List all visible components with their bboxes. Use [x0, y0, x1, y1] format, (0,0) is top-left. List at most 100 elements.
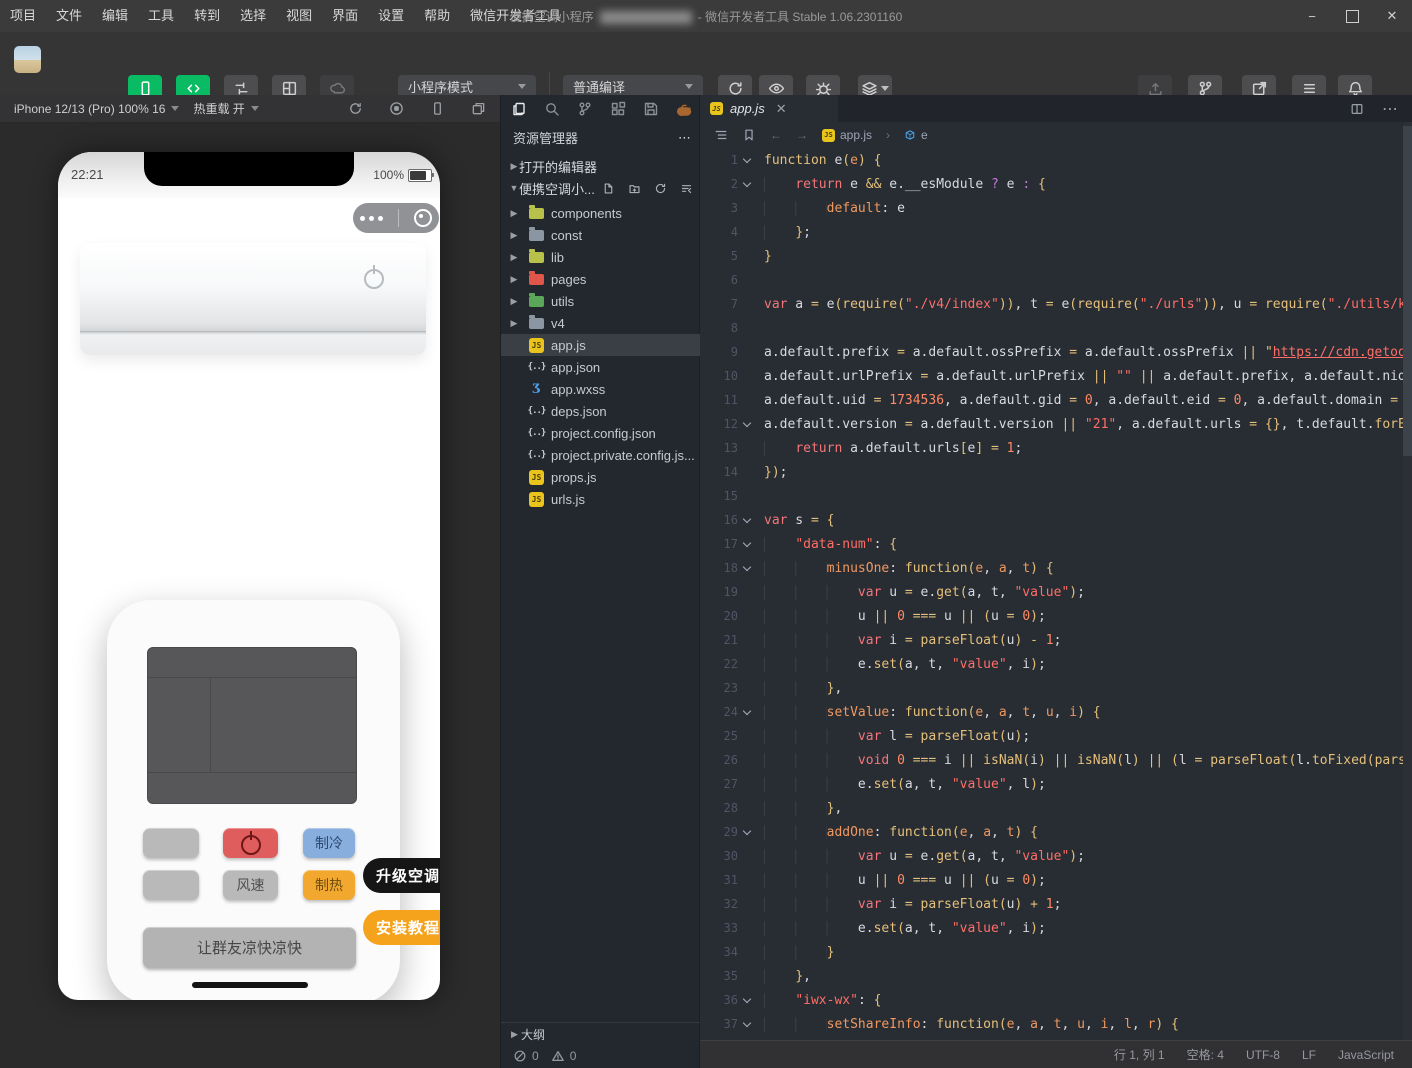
remote-button-制热[interactable]: 制热	[303, 870, 355, 900]
exit-icon[interactable]	[414, 209, 432, 227]
pill-升级空调[interactable]: 升级空调	[363, 858, 440, 893]
branch-icon[interactable]	[577, 101, 593, 117]
phone-notch	[144, 152, 354, 186]
tree-folder-pages[interactable]: ▶pages	[501, 268, 701, 290]
outline-section[interactable]: ▶ 大纲	[501, 1022, 701, 1045]
code-line-19: 19 var u = e.get(a, t, "value");	[700, 580, 1404, 604]
code-line-31: 31 u || 0 === u || (u = 0);	[700, 868, 1404, 892]
search-icon[interactable]	[544, 101, 560, 117]
avatar[interactable]	[14, 46, 41, 73]
warnings-count: 0	[551, 1049, 577, 1063]
phone-icon[interactable]	[430, 101, 445, 116]
remote-button-风速[interactable]: 风速	[223, 870, 278, 900]
phone-mockup: 22:21 100% 制冷风速制热 让群友凉快凉快 升级空调安装教程	[58, 152, 440, 1000]
split-editor-icon[interactable]	[1350, 102, 1364, 116]
tree-folder-v4[interactable]: ▶v4	[501, 312, 701, 334]
code-line-25: 25 var l = parseFloat(u);	[700, 724, 1404, 748]
error-icon	[513, 1049, 527, 1063]
code-line-15: 15	[700, 484, 1404, 508]
tree-folder-lib[interactable]: ▶lib	[501, 246, 701, 268]
files-icon[interactable]	[511, 101, 527, 117]
grid-icon[interactable]	[610, 101, 626, 117]
status-segment[interactable]: LF	[1302, 1048, 1316, 1062]
menu-item-微信开发者工具[interactable]: 微信开发者工具	[460, 0, 571, 32]
share-button[interactable]: 让群友凉快凉快	[143, 927, 356, 968]
tree-file-project.private.config.js...[interactable]: {..}project.private.config.js...	[501, 444, 701, 466]
tree-folder-components[interactable]: ▶components	[501, 202, 701, 224]
tree-folder-utils[interactable]: ▶utils	[501, 290, 701, 312]
windows-icon[interactable]	[471, 101, 486, 116]
menu-item-选择[interactable]: 选择	[230, 0, 276, 32]
newfile-icon[interactable]	[602, 182, 615, 195]
collapse-icon[interactable]	[680, 182, 693, 195]
menu-item-视图[interactable]: 视图	[276, 0, 322, 32]
tree-file-deps.json[interactable]: {..}deps.json	[501, 400, 701, 422]
air-conditioner-image	[80, 243, 426, 355]
tree-file-app.js[interactable]: JSapp.js	[501, 334, 701, 356]
nav-back-icon[interactable]: ←	[770, 128, 782, 142]
problems-indicator[interactable]: 0 0	[501, 1044, 713, 1068]
scrollbar[interactable]	[1403, 122, 1412, 1040]
folder-icon	[529, 274, 544, 285]
section-project[interactable]: ▼便携空调小...	[501, 177, 701, 199]
section-open-editors[interactable]: ▶打开的编辑器	[501, 155, 701, 177]
menu-item-界面[interactable]: 界面	[322, 0, 368, 32]
scrollbar-thumb[interactable]	[1403, 126, 1412, 456]
status-segment[interactable]: 行 1, 列 1	[1114, 1046, 1165, 1063]
js-file-icon: JS	[710, 102, 723, 115]
code-area[interactable]: 1function e(e) {2 return e && e.__esModu…	[700, 148, 1404, 1040]
close-button[interactable]: ✕	[1372, 0, 1412, 32]
remote-button-blank[interactable]	[143, 870, 199, 900]
menu-item-设置[interactable]: 设置	[368, 0, 414, 32]
teapot-icon[interactable]	[676, 101, 692, 117]
minimize-button[interactable]: −	[1292, 0, 1332, 32]
code-line-28: 28 },	[700, 796, 1404, 820]
more-icon[interactable]	[360, 216, 383, 221]
menu-item-帮助[interactable]: 帮助	[414, 0, 460, 32]
close-tab-icon[interactable]: ✕	[776, 101, 787, 117]
refresh-icon[interactable]	[348, 101, 363, 116]
menu-item-转到[interactable]: 转到	[184, 0, 230, 32]
power-icon	[241, 835, 261, 855]
code-line-32: 32 var i = parseFloat(u) + 1;	[700, 892, 1404, 916]
outline-icon[interactable]	[714, 128, 728, 142]
code-line-12: 12a.default.version = a.default.version …	[700, 412, 1404, 436]
remote-button-power[interactable]	[223, 828, 278, 858]
hot-reload-toggle[interactable]: 热重载 开	[193, 100, 258, 117]
status-segment[interactable]: JavaScript	[1338, 1048, 1394, 1062]
menu-item-文件[interactable]: 文件	[46, 0, 92, 32]
bookmark-icon[interactable]	[742, 128, 756, 142]
tree-folder-const[interactable]: ▶const	[501, 224, 701, 246]
refresh-icon[interactable]	[654, 182, 667, 195]
code-editor[interactable]: JS app.js ✕ ⋯ ← → JS app.js › e 1f	[700, 95, 1412, 1040]
tree-file-props.js[interactable]: JSprops.js	[501, 466, 701, 488]
tab-appjs[interactable]: JS app.js ✕	[700, 95, 838, 122]
tree-file-urls.js[interactable]: JSurls.js	[501, 488, 701, 510]
miniprogram-capsule[interactable]	[353, 203, 439, 233]
remote-button-制冷[interactable]: 制冷	[303, 828, 355, 858]
breadcrumb-file[interactable]: JS app.js	[822, 128, 872, 142]
status-segment[interactable]: 空格: 4	[1187, 1046, 1224, 1063]
editor-status-bar: 行 1, 列 1 空格: 4 UTF-8 LF JavaScript	[700, 1040, 1412, 1068]
js-file-icon: JS	[529, 338, 544, 353]
maximize-button[interactable]	[1332, 0, 1372, 32]
more-icon[interactable]: ⋯	[678, 130, 691, 146]
stop-icon[interactable]	[389, 101, 404, 116]
menu-item-项目[interactable]: 项目	[0, 0, 46, 32]
menu-item-编辑[interactable]: 编辑	[92, 0, 138, 32]
menu-item-工具[interactable]: 工具	[138, 0, 184, 32]
tree-file-project.config.json[interactable]: {..}project.config.json	[501, 422, 701, 444]
explorer-header: 资源管理器 ⋯	[513, 128, 691, 147]
newfolder-icon[interactable]	[628, 182, 641, 195]
tree-file-app.wxss[interactable]: Ʒapp.wxss	[501, 378, 701, 400]
save-icon[interactable]	[643, 101, 659, 117]
pill-安装教程[interactable]: 安装教程	[363, 910, 440, 945]
more-icon[interactable]: ⋯	[1382, 99, 1398, 119]
device-select[interactable]: iPhone 12/13 (Pro) 100% 16	[14, 102, 179, 116]
remote-button-blank[interactable]	[143, 828, 199, 858]
status-segment[interactable]: UTF-8	[1246, 1048, 1280, 1062]
breadcrumb-symbol[interactable]: e	[904, 128, 928, 142]
breadcrumb: ← → JS app.js › e	[700, 122, 1412, 148]
tree-file-app.json[interactable]: {..}app.json	[501, 356, 701, 378]
nav-forward-icon[interactable]: →	[796, 128, 808, 142]
